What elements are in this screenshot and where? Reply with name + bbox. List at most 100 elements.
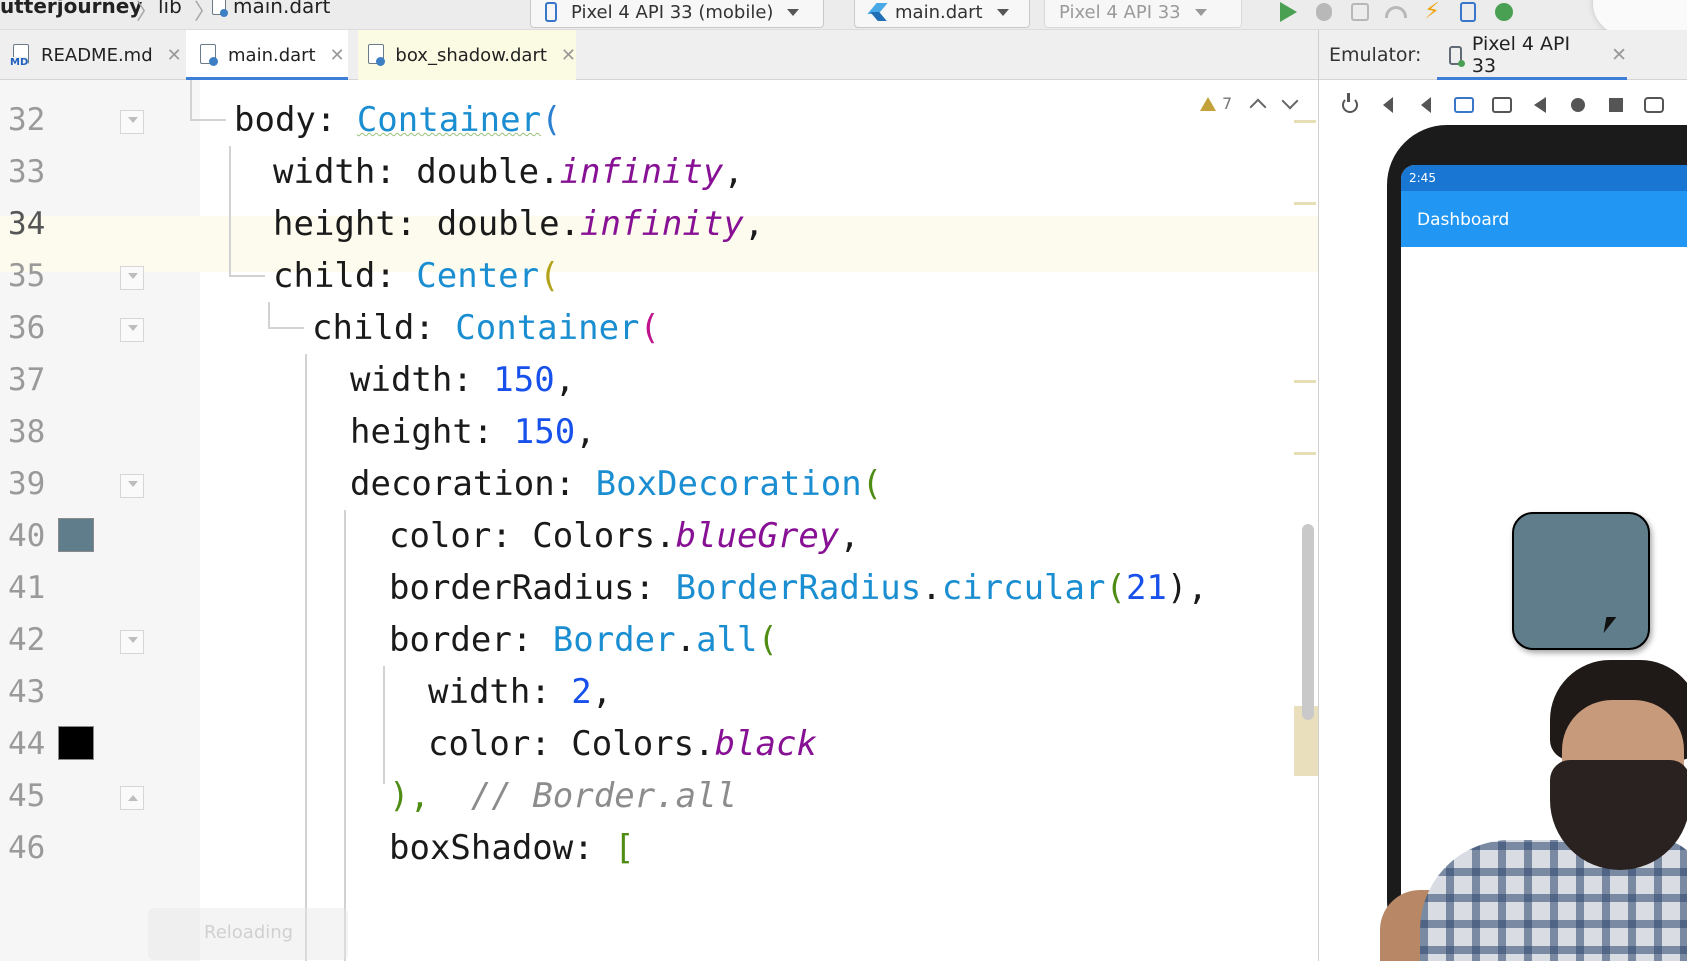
tab-box-shadow-dart[interactable]: box_shadow.dart ✕ — [358, 30, 576, 80]
code-line: 32 body: Container( — [0, 92, 1318, 148]
app-bar: Dashboard — [1401, 191, 1687, 247]
tab-label: box_shadow.dart — [395, 44, 547, 66]
presenter-webcam — [1380, 650, 1687, 961]
tab-readme[interactable]: README.md ✕ — [10, 30, 186, 80]
breadcrumb-file-label: main.dart — [233, 0, 331, 18]
code-text: width: double.infinity, — [273, 152, 744, 192]
code-text: height: double.infinity, — [273, 204, 765, 244]
screenshot-icon[interactable] — [1635, 90, 1673, 120]
inspection-widget[interactable]: 7 — [1200, 92, 1299, 115]
code-editor[interactable]: 32 body: Container( 33 width: double.inf… — [0, 80, 1318, 961]
rotate-left-icon[interactable] — [1445, 90, 1483, 120]
attach-icon[interactable] — [1342, 0, 1378, 26]
emulator-tab-label: Pixel 4 API 33 — [1471, 33, 1571, 77]
power-icon[interactable] — [1331, 90, 1369, 120]
status-time: 2:45 — [1409, 171, 1436, 185]
code-line: 36 child: Container( — [0, 300, 1318, 356]
close-icon[interactable]: ✕ — [330, 45, 345, 66]
code-text: color: Colors.blueGrey, — [389, 516, 860, 556]
device-selector-label: Pixel 4 API 33 (mobile) — [571, 1, 774, 23]
line-number: 41 — [8, 570, 46, 606]
code-text: color: Colors.black — [428, 724, 817, 764]
phone-icon — [1449, 45, 1465, 67]
warning-icon — [1200, 96, 1216, 111]
editor-tab-bar: README.md ✕ main.dart ✕ box_shadow.dart … — [0, 30, 1318, 81]
main-toolbar: utterjourney 〉 lib 〉 main.dart Pixel 4 A… — [0, 0, 1687, 36]
device-selector[interactable]: Pixel 4 API 33 (mobile) — [530, 0, 824, 28]
line-number: 46 — [8, 830, 46, 866]
tab-main-dart[interactable]: main.dart ✕ — [186, 30, 348, 81]
chevron-down-icon — [1194, 8, 1207, 16]
stripe-mark[interactable] — [1294, 452, 1316, 455]
previous-highlight-icon[interactable] — [1249, 98, 1267, 115]
chevron-down-icon — [996, 8, 1009, 16]
line-number: 45 — [8, 778, 46, 814]
profiler-icon[interactable] — [1378, 0, 1414, 26]
vertical-scrollbar[interactable] — [1302, 524, 1314, 720]
tab-label: main.dart — [228, 44, 316, 66]
code-line: 39 decoration: BoxDecoration( — [0, 456, 1318, 512]
home-icon[interactable] — [1559, 90, 1597, 120]
code-text: child: Container( — [312, 308, 661, 348]
run-config-label: main.dart — [895, 1, 983, 23]
line-number: 32 — [8, 102, 46, 138]
line-number: 36 — [8, 310, 46, 346]
code-line: 40 color: Colors.blueGrey, — [0, 508, 1318, 564]
app-bar-title: Dashboard — [1417, 210, 1510, 230]
device-manager-icon[interactable] — [1450, 0, 1486, 26]
code-text: body: Container( — [234, 100, 562, 140]
code-line: 43 width: 2, — [0, 664, 1318, 720]
app-inspection-icon[interactable] — [1486, 0, 1522, 26]
line-number: 42 — [8, 622, 46, 658]
code-line: 44 color: Colors.black — [0, 716, 1318, 772]
code-line: 37 width: 150, — [0, 352, 1318, 408]
phone-icon — [545, 2, 557, 22]
breadcrumb-separator-icon: 〉 — [136, 0, 159, 25]
tab-label: README.md — [41, 44, 153, 66]
status-bar: 2:45 — [1401, 165, 1687, 191]
dart-file-icon — [198, 44, 218, 66]
emulator-tab[interactable]: Pixel 4 API 33 ✕ — [1437, 30, 1627, 81]
breadcrumb-folder[interactable]: lib — [158, 0, 182, 18]
code-line: 33 width: double.infinity, — [0, 144, 1318, 200]
emulator-label: Emulator: — [1329, 44, 1422, 66]
code-text: decoration: BoxDecoration( — [350, 464, 883, 504]
close-icon[interactable]: ✕ — [561, 45, 576, 66]
code-text: ), // Border.all — [389, 776, 738, 816]
avd-selector-label: Pixel 4 API 33 — [1059, 1, 1181, 23]
line-number: 39 — [8, 466, 46, 502]
breadcrumb-file[interactable]: main.dart — [212, 0, 330, 18]
stripe-mark[interactable] — [1294, 202, 1316, 205]
overview-icon[interactable] — [1597, 90, 1635, 120]
line-number: 44 — [8, 726, 46, 762]
volume-down-icon[interactable] — [1407, 90, 1445, 120]
code-line: 38 height: 150, — [0, 404, 1318, 460]
hot-reload-icon[interactable]: ⚡ — [1414, 0, 1450, 26]
error-stripe[interactable] — [1294, 80, 1318, 961]
code-text: width: 150, — [350, 360, 576, 400]
line-number: 38 — [8, 414, 46, 450]
code-line: 35 child: Center( — [0, 248, 1318, 304]
run-icon[interactable] — [1270, 0, 1306, 26]
emulator-header: Emulator: Pixel 4 API 33 ✕ — [1318, 30, 1687, 81]
breadcrumb-project[interactable]: utterjourney — [0, 0, 142, 18]
code-text: border: Border.all( — [389, 620, 778, 660]
code-text: child: Center( — [273, 256, 560, 296]
debug-icon[interactable] — [1306, 0, 1342, 26]
flutter-icon — [869, 2, 885, 22]
code-text: height: 150, — [350, 412, 596, 452]
close-icon[interactable]: ✕ — [1611, 44, 1627, 66]
code-line: 46 boxShadow: [ — [0, 820, 1318, 876]
run-config-selector[interactable]: main.dart — [854, 0, 1030, 28]
run-actions: ⚡ — [1270, 0, 1522, 26]
close-icon[interactable]: ✕ — [167, 45, 182, 66]
rotate-right-icon[interactable] — [1483, 90, 1521, 120]
volume-up-icon[interactable] — [1369, 90, 1407, 120]
code-line: 42 border: Border.all( — [0, 612, 1318, 668]
avd-selector[interactable]: Pixel 4 API 33 — [1044, 0, 1242, 28]
chevron-down-icon — [787, 8, 800, 16]
line-number: 34 — [8, 206, 46, 242]
stripe-mark[interactable] — [1294, 120, 1316, 123]
stripe-mark[interactable] — [1294, 380, 1316, 383]
back-icon[interactable] — [1521, 90, 1559, 120]
